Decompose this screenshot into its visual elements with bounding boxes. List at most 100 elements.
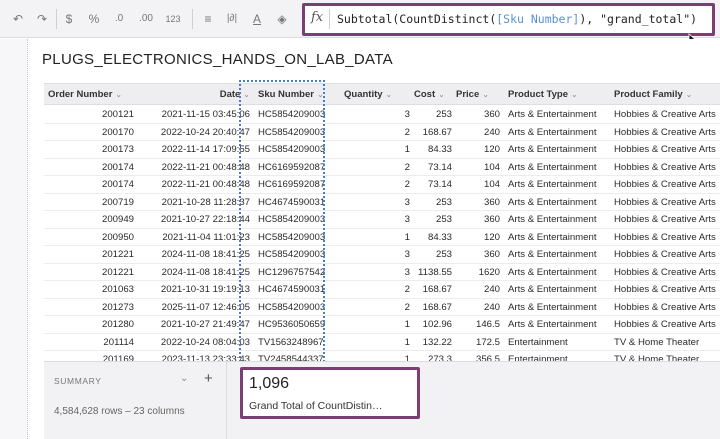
table-cell-sku-number[interactable]: HC5854209003 — [258, 124, 340, 141]
table-cell-cost[interactable]: 253 — [414, 211, 452, 228]
table-cell-order-number[interactable]: 201273 — [48, 299, 134, 316]
table-cell-sku-number[interactable]: TV2458544337 — [258, 351, 340, 361]
table-cell-product-family[interactable]: Hobbies & Creative Arts — [614, 229, 718, 246]
table-cell-price[interactable]: 172.5 — [456, 334, 500, 351]
add-summary-button[interactable]: + — [204, 370, 213, 387]
table-cell-date[interactable]: 2024-11-08 18:41:25 — [136, 246, 250, 263]
table-cell-sku-number[interactable]: HC5854209003 — [258, 141, 340, 158]
table-cell-product-type[interactable]: Arts & Entertainment — [508, 176, 608, 193]
table-cell-sku-number[interactable]: TV1563248967 — [258, 334, 340, 351]
table-cell-sku-number[interactable]: HC6169592087 — [258, 176, 340, 193]
table-row[interactable]: 200950 2021-11-04 11:01:23 HC5854209003 1 84… — [44, 229, 720, 246]
table-cell-cost[interactable]: 253 — [414, 194, 452, 211]
table-cell-sku-number[interactable]: HC1296757542 — [258, 264, 340, 281]
chevron-down-icon[interactable]: ⌄ — [180, 373, 188, 384]
table-cell-quantity[interactable]: 1 — [344, 316, 410, 333]
table-cell-price[interactable]: 120 — [456, 229, 500, 246]
table-cell-quantity[interactable]: 1 — [344, 229, 410, 246]
table-cell-cost[interactable]: 168.67 — [414, 124, 452, 141]
table-cell-product-family[interactable]: Hobbies & Creative Arts — [614, 299, 718, 316]
table-cell-quantity[interactable]: 1 — [344, 141, 410, 158]
table-cell-date[interactable]: 2025-11-07 12:46:05 — [136, 299, 250, 316]
table-cell-order-number[interactable]: 201221 — [48, 264, 134, 281]
table-cell-price[interactable]: 240 — [456, 281, 500, 298]
formula-bar[interactable]: fx Subtotal(CountDistinct([Sku Number]),… — [302, 3, 715, 36]
chevron-down-icon[interactable]: ⌄ — [686, 90, 693, 99]
table-row[interactable]: 200949 2021-10-27 22:18:44 HC5854209003 3 25… — [44, 211, 720, 229]
column-header-quantity[interactable]: Quantity ⌄ — [344, 84, 410, 106]
table-cell-price[interactable]: 360 — [456, 246, 500, 263]
column-header-cost[interactable]: Cost ⌄ — [414, 84, 452, 106]
table-cell-cost[interactable]: 84.33 — [414, 229, 452, 246]
table-cell-product-family[interactable]: TV & Home Theater — [614, 334, 718, 351]
table-cell-price[interactable]: 120 — [456, 141, 500, 158]
table-cell-date[interactable]: 2022-11-21 00:48:48 — [136, 159, 250, 176]
table-cell-price[interactable]: 356.5 — [456, 351, 500, 361]
table-cell-product-family[interactable]: Hobbies & Creative Arts — [614, 176, 718, 193]
decrease-decimal-button[interactable]: .0 — [110, 10, 128, 28]
table-cell-cost[interactable]: 168.67 — [414, 299, 452, 316]
table-cell-quantity[interactable]: 3 — [344, 194, 410, 211]
table-cell-sku-number[interactable]: HC5854209003 — [258, 229, 340, 246]
table-cell-quantity[interactable]: 2 — [344, 176, 410, 193]
table-cell-price[interactable]: 104 — [456, 176, 500, 193]
table-cell-order-number[interactable]: 201221 — [48, 246, 134, 263]
table-cell-date[interactable]: 2022-11-21 00:48:48 — [136, 176, 250, 193]
table-row[interactable]: 201273 2025-11-07 12:46:05 HC5854209003 2 16… — [44, 299, 720, 316]
table-row[interactable]: 200719 2021-10-28 11:28:37 HC4674590031 3 25… — [44, 194, 720, 211]
redo-icon[interactable]: ↷ — [34, 10, 50, 28]
table-cell-order-number[interactable]: 200173 — [48, 141, 134, 158]
table-row[interactable]: 201221 2024-11-08 18:41:25 HC1296757542 3 11… — [44, 264, 720, 281]
table-cell-product-family[interactable]: Hobbies & Creative Arts — [614, 264, 718, 281]
fill-color-icon[interactable]: ◈ — [274, 10, 290, 28]
table-cell-product-type[interactable]: Arts & Entertainment — [508, 159, 608, 176]
table-row[interactable]: 200174 2022-11-21 00:48:48 HC6169592087 2 73… — [44, 159, 720, 176]
table-cell-date[interactable]: 2021-11-04 11:01:23 — [136, 229, 250, 246]
table-cell-product-type[interactable]: Arts & Entertainment — [508, 211, 608, 228]
table-cell-quantity[interactable]: 3 — [344, 106, 410, 123]
table-cell-product-type[interactable]: Arts & Entertainment — [508, 299, 608, 316]
chevron-down-icon[interactable]: ⌄ — [438, 90, 445, 99]
chevron-down-icon[interactable]: ⌄ — [243, 90, 250, 99]
table-cell-product-family[interactable]: Hobbies & Creative Arts — [614, 124, 718, 141]
table-cell-product-type[interactable]: Arts & Entertainment — [508, 106, 608, 123]
column-header-order-number[interactable]: Order Number ⌄ — [48, 84, 134, 106]
table-cell-quantity[interactable]: 2 — [344, 159, 410, 176]
table-cell-date[interactable]: 2021-10-27 21:49:47 — [136, 316, 250, 333]
text-format-icon[interactable]: A — [250, 10, 264, 28]
table-cell-order-number[interactable]: 200174 — [48, 176, 134, 193]
table-cell-product-type[interactable]: Arts & Entertainment — [508, 316, 608, 333]
table-cell-cost[interactable]: 253 — [414, 106, 452, 123]
table-cell-cost[interactable]: 273.3 — [414, 351, 452, 361]
table-cell-price[interactable]: 146.5 — [456, 316, 500, 333]
chevron-down-icon[interactable]: ⌄ — [386, 90, 393, 99]
table-row[interactable]: 201063 2021-10-31 19:19:13 HC4674590031 2 16… — [44, 281, 720, 299]
table-cell-date[interactable]: 2022-11-14 17:09:55 — [136, 141, 250, 158]
table-cell-product-type[interactable]: Arts & Entertainment — [508, 281, 608, 298]
table-cell-order-number[interactable]: 201114 — [48, 334, 134, 351]
table-cell-sku-number[interactable]: HC5854209003 — [258, 106, 340, 123]
table-cell-sku-number[interactable]: HC6169592087 — [258, 159, 340, 176]
table-cell-order-number[interactable]: 200949 — [48, 211, 134, 228]
table-cell-product-type[interactable]: Entertainment — [508, 334, 608, 351]
chevron-down-icon[interactable]: ⌄ — [482, 90, 489, 99]
align-icon[interactable]: ≡ — [200, 10, 216, 28]
table-cell-quantity[interactable]: 2 — [344, 299, 410, 316]
table-cell-product-family[interactable]: Hobbies & Creative Arts — [614, 106, 718, 123]
table-cell-sku-number[interactable]: HC5854209003 — [258, 211, 340, 228]
chevron-down-icon[interactable]: ⌄ — [317, 90, 324, 99]
table-row[interactable]: 201280 2021-10-27 21:49:47 HC9536050659 1 10… — [44, 316, 720, 334]
table-cell-product-family[interactable]: Hobbies & Creative Arts — [614, 246, 718, 263]
table-cell-product-type[interactable]: Arts & Entertainment — [508, 264, 608, 281]
table-row[interactable]: 200174 2022-11-21 00:48:48 HC6169592087 2 73… — [44, 176, 720, 194]
table-cell-quantity[interactable]: 1 — [344, 351, 410, 361]
table-cell-cost[interactable]: 84.33 — [414, 141, 452, 158]
table-cell-order-number[interactable]: 201169 — [48, 351, 134, 361]
table-cell-date[interactable]: 2021-10-27 22:18:44 — [136, 211, 250, 228]
table-cell-cost[interactable]: 168.67 — [414, 281, 452, 298]
table-cell-product-family[interactable]: Hobbies & Creative Arts — [614, 211, 718, 228]
table-cell-date[interactable]: 2021-10-31 19:19:13 — [136, 281, 250, 298]
table-cell-sku-number[interactable]: HC4674590031 — [258, 281, 340, 298]
column-header-date[interactable]: Date ⌄ — [136, 84, 250, 106]
table-cell-order-number[interactable]: 200719 — [48, 194, 134, 211]
